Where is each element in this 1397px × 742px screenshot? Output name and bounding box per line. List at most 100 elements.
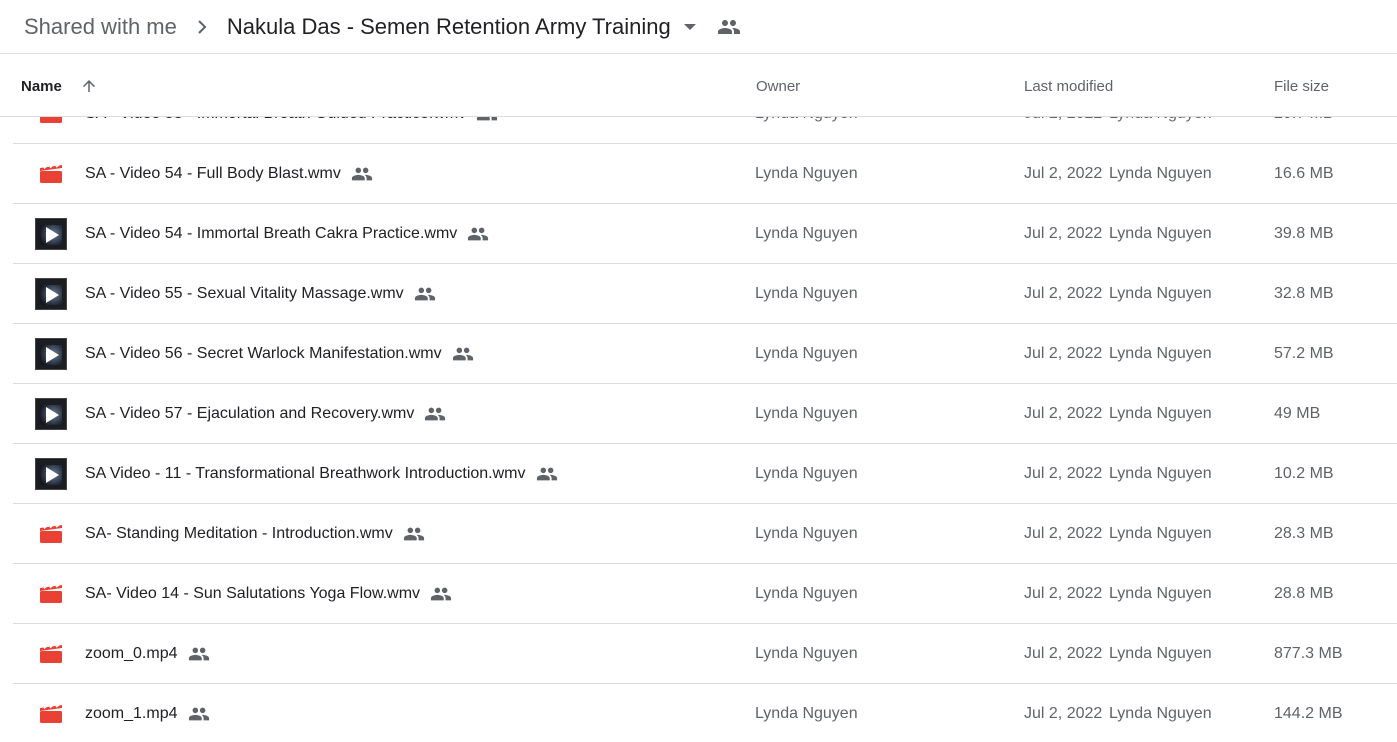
file-size: 20.7 MB [1274,117,1334,144]
play-icon [46,467,59,483]
file-owner: Lynda Nguyen [755,117,858,144]
video-thumbnail-image [35,338,67,370]
clapperboard-icon [40,165,62,183]
file-name-cell: SA - Video 54 - Immortal Breath Cakra Pr… [85,204,489,264]
file-owner: Lynda Nguyen [755,345,858,362]
video-thumbnail [35,218,67,250]
file-modified-by: Lynda Nguyen [1109,585,1212,602]
file-modified-by: Lynda Nguyen [1109,285,1212,302]
play-icon [46,407,59,423]
file-name: SA - Video 57 - Ejaculation and Recovery… [85,405,415,422]
file-owner: Lynda Nguyen [755,525,858,542]
file-owner: Lynda Nguyen [755,465,858,482]
file-size: 49 MB [1274,405,1321,422]
file-row[interactable]: zoom_1.mp4 Lynda Nguyen Jul 2, 2022 Lynd… [13,684,1397,742]
file-size: 16.6 MB [1274,165,1334,182]
clapperboard-icon [40,525,62,543]
shared-people-icon [188,643,210,665]
file-modified-by: Lynda Nguyen [1109,705,1212,722]
file-row[interactable]: SA - Video 56 - Secret Warlock Manifesta… [13,324,1397,384]
folder-title: Nakula Das - Semen Retention Army Traini… [226,13,671,39]
file-modified-by: Lynda Nguyen [1109,165,1212,182]
file-list[interactable]: SA - Video 53 - Immortal Breath Guided P… [0,117,1397,742]
file-modified-by: Lynda Nguyen [1109,405,1212,422]
shared-people-icon [414,283,436,305]
file-size: 28.3 MB [1274,525,1334,542]
file-modified-date: Jul 2, 2022 [1024,285,1103,302]
shared-people-icon [476,117,498,125]
file-name: SA - Video 54 - Full Body Blast.wmv [85,165,341,182]
file-size: 10.2 MB [1274,465,1334,482]
file-modified-date: Jul 2, 2022 [1024,117,1102,144]
file-name: SA Video - 11 - Transformational Breathw… [85,465,526,482]
file-row[interactable]: SA - Video 57 - Ejaculation and Recovery… [13,384,1397,444]
file-row[interactable]: SA - Video 54 - Immortal Breath Cakra Pr… [13,204,1397,264]
shared-people-icon [536,463,558,485]
file-modified-by: Lynda Nguyen [1109,117,1212,144]
file-row[interactable]: zoom_0.mp4 Lynda Nguyen Jul 2, 2022 Lynd… [13,624,1397,684]
video-file-icon [35,698,67,730]
file-owner: Lynda Nguyen [755,705,858,722]
file-modified-by: Lynda Nguyen [1109,345,1212,362]
shared-people-icon [452,343,474,365]
play-icon [46,227,59,243]
file-owner: Lynda Nguyen [755,645,858,662]
file-modified-date: Jul 2, 2022 [1024,525,1103,542]
video-thumbnail-image [35,218,67,250]
column-header: Name Owner Last modified File size [0,55,1397,117]
file-name: SA- Video 14 - Sun Salutations Yoga Flow… [85,585,421,602]
breadcrumb-shared-with-me[interactable]: Shared with me [24,14,177,40]
file-name-cell: zoom_1.mp4 [85,684,210,742]
file-modified-date: Jul 2, 2022 [1024,585,1103,602]
file-name-cell: SA - Video 53 - Immortal Breath Guided P… [85,117,498,144]
file-name-cell: SA - Video 55 - Sexual Vitality Massage.… [85,264,436,324]
file-row[interactable]: SA - Video 54 - Full Body Blast.wmv Lynd… [13,144,1397,204]
shared-people-icon[interactable] [717,15,741,39]
file-row[interactable]: SA Video - 11 - Transformational Breathw… [13,444,1397,504]
column-last-modified-header[interactable]: Last modified [1024,55,1113,117]
file-modified-date: Jul 2, 2022 [1024,225,1103,242]
clapperboard-icon [40,645,62,663]
file-modified-date: Jul 2, 2022 [1024,405,1103,422]
file-row[interactable]: SA - Video 55 - Sexual Vitality Massage.… [13,264,1397,324]
file-owner: Lynda Nguyen [755,405,858,422]
file-name-cell: SA - Video 57 - Ejaculation and Recovery… [85,384,446,444]
file-size: 28.8 MB [1274,585,1334,602]
shared-people-icon [424,403,446,425]
file-row[interactable]: SA- Standing Meditation - Introduction.w… [13,504,1397,564]
clapperboard-icon [40,585,62,603]
play-icon [46,347,59,363]
clapperboard-icon [40,705,62,723]
video-thumbnail [35,398,67,430]
video-thumbnail-image [35,458,67,490]
arrow-up-icon[interactable] [80,77,98,95]
file-row[interactable]: SA- Video 14 - Sun Salutations Yoga Flow… [13,564,1397,624]
video-file-icon [35,518,67,550]
column-name-header[interactable]: Name [21,55,98,117]
breadcrumb: Shared with me Nakula Das - Semen Retent… [0,0,1397,54]
file-size: 144.2 MB [1274,705,1343,722]
column-file-size-header[interactable]: File size [1274,55,1329,117]
video-file-icon [35,578,67,610]
play-icon [46,287,59,303]
file-name-cell: SA - Video 56 - Secret Warlock Manifesta… [85,324,474,384]
file-name-cell: SA Video - 11 - Transformational Breathw… [85,444,558,504]
file-size: 877.3 MB [1274,645,1343,662]
shared-people-icon [430,583,452,605]
video-thumbnail [35,338,67,370]
file-name: SA - Video 53 - Immortal Breath Guided P… [85,117,466,123]
file-name: zoom_0.mp4 [85,645,178,662]
video-thumbnail [35,458,67,490]
file-name-cell: SA - Video 54 - Full Body Blast.wmv [85,144,373,204]
file-size: 39.8 MB [1274,225,1334,242]
column-owner-header[interactable]: Owner [756,55,800,117]
breadcrumb-current-folder[interactable]: Nakula Das - Semen Retention Army Traini… [227,14,697,40]
shared-people-icon [467,223,489,245]
file-row[interactable]: SA - Video 53 - Immortal Breath Guided P… [13,117,1397,144]
shared-people-icon [188,703,210,725]
file-name-cell: SA- Standing Meditation - Introduction.w… [85,504,425,564]
file-modified-date: Jul 2, 2022 [1024,165,1103,182]
file-rows: SA - Video 53 - Immortal Breath Guided P… [0,117,1397,742]
file-modified-date: Jul 2, 2022 [1024,465,1103,482]
video-thumbnail-image [35,278,67,310]
